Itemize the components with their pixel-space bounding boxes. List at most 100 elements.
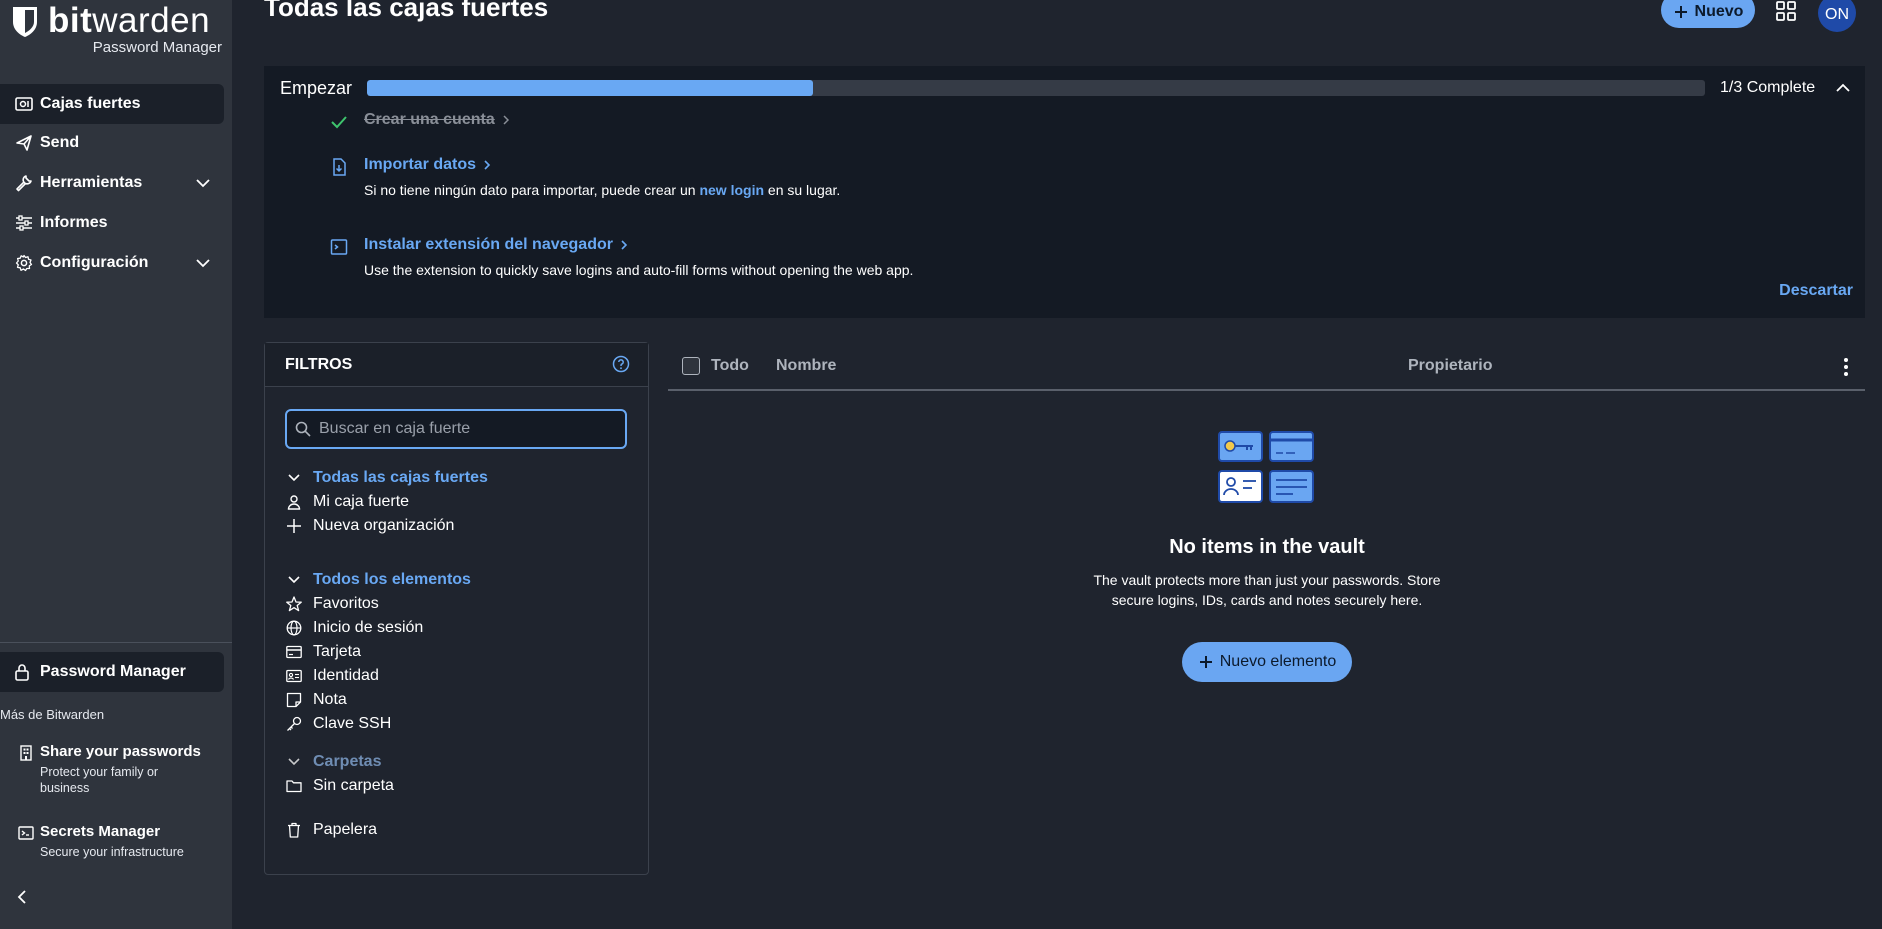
filters-title: FILTROS <box>285 355 353 373</box>
onboarding-progress-count: 1/3 Complete <box>1720 79 1816 96</box>
send-icon <box>14 133 34 153</box>
building-icon <box>20 745 32 761</box>
filter-label: Nueva organización <box>313 517 455 534</box>
new-item-button[interactable]: Nuevo elemento <box>1182 642 1352 682</box>
promo-title: Secrets Manager <box>40 823 161 840</box>
filter-label: Inicio de sesión <box>313 619 424 636</box>
new-button[interactable]: Nuevo <box>1661 0 1755 28</box>
filter-note[interactable]: Nota <box>285 689 347 711</box>
folder-icon <box>285 777 303 795</box>
sidebar-item-label: Herramientas <box>40 174 143 191</box>
promo-title: Share your passwords <box>40 743 201 760</box>
page-title: Todas las cajas fuertes <box>264 0 549 22</box>
check-icon <box>331 116 347 129</box>
new-item-button-label: Nuevo elemento <box>1219 653 1337 670</box>
filter-no-folder[interactable]: Sin carpeta <box>285 775 394 797</box>
filter-new-organization[interactable]: Nueva organización <box>285 515 454 537</box>
filter-label: Sin carpeta <box>313 777 394 794</box>
chevron-down-icon <box>285 753 303 771</box>
sidebar-item-label: Send <box>40 134 80 151</box>
column-name[interactable]: Nombre <box>776 357 836 375</box>
search-icon <box>295 421 311 437</box>
column-owner[interactable]: Propietario <box>1408 357 1492 375</box>
credit-card-icon <box>285 643 303 661</box>
chevron-up-icon[interactable] <box>1834 79 1852 97</box>
import-file-icon <box>333 158 346 176</box>
task-description: Use the extension to quickly save logins… <box>364 262 914 278</box>
filter-ssh-key[interactable]: Clave SSH <box>285 713 391 735</box>
filter-card[interactable]: Tarjeta <box>285 641 361 663</box>
user-icon <box>285 493 303 511</box>
trash-icon <box>285 821 303 839</box>
onboarding-progress-fill <box>367 80 813 96</box>
task-title: Importar datos <box>364 156 492 174</box>
logo-subtitle: Password Manager <box>92 39 222 56</box>
lock-icon <box>14 663 34 681</box>
sidebar-item-label: Configuración <box>40 254 149 271</box>
bitwarden-logo[interactable]: bitwarden Password Manager <box>12 1 222 56</box>
promo-share-passwords[interactable]: Share your passwords Protect your family… <box>18 743 218 799</box>
filters-header: FILTROS <box>265 343 648 387</box>
filter-label: Nota <box>313 691 347 708</box>
sticky-note-icon <box>285 691 303 709</box>
sidebar-item-tools[interactable]: Herramientas <box>0 163 224 203</box>
filters-panel: FILTROS Todas las cajas fuertes Mi caja … <box>264 342 649 875</box>
product-switcher-grid-icon[interactable] <box>1775 0 1797 22</box>
more-options-icon[interactable] <box>1843 357 1849 377</box>
dismiss-button[interactable]: Descartar <box>1779 282 1853 300</box>
filter-label: Todos los elementos <box>313 571 471 588</box>
search-field[interactable] <box>285 409 627 449</box>
sidebar: bitwarden Password Manager Cajas fuertes… <box>0 0 232 929</box>
chevron-down-icon <box>285 469 303 487</box>
plus-icon <box>285 517 303 535</box>
sidebar-item-label: Informes <box>40 214 108 231</box>
promo-secrets-manager[interactable]: Secrets Manager Secure your infrastructu… <box>18 823 218 863</box>
task-description: Si no tiene ningún dato para importar, p… <box>364 182 841 198</box>
id-card-icon <box>285 667 303 685</box>
vault-icon <box>14 94 34 114</box>
chevron-down-icon <box>285 571 303 589</box>
sidebar-item-reports[interactable]: Informes <box>0 203 224 243</box>
filter-all-vaults[interactable]: Todas las cajas fuertes <box>285 467 488 489</box>
sidebar-item-send[interactable]: Send <box>0 123 224 163</box>
empty-state-title: No items in the vault <box>1169 536 1365 558</box>
logo-wordmark: bitwarden <box>48 1 211 40</box>
collapse-sidebar-icon[interactable] <box>14 889 30 905</box>
star-icon <box>285 595 303 613</box>
sidebar-item-vaults[interactable]: Cajas fuertes <box>0 84 224 124</box>
select-all-checkbox[interactable] <box>682 357 700 375</box>
search-input[interactable] <box>319 420 609 438</box>
filter-favorites[interactable]: Favoritos <box>285 593 379 615</box>
filter-my-vault[interactable]: Mi caja fuerte <box>285 491 409 513</box>
task-title: Instalar extensión del navegador <box>364 236 629 254</box>
help-icon[interactable] <box>612 355 630 373</box>
gear-icon <box>14 253 34 273</box>
new-login-link[interactable]: new login <box>699 182 764 198</box>
filter-label: Mi caja fuerte <box>313 493 410 510</box>
new-button-label: Nuevo <box>1694 3 1744 20</box>
filter-identity[interactable]: Identidad <box>285 665 379 687</box>
account-avatar[interactable]: ON <box>1818 0 1856 32</box>
product-label: Password Manager <box>40 663 186 680</box>
vault-table-header: Todo Nombre Propietario <box>668 345 1865 391</box>
filter-label: Todas las cajas fuertes <box>313 469 488 486</box>
filter-all-items[interactable]: Todos los elementos <box>285 569 471 591</box>
sidebar-item-settings[interactable]: Configuración <box>0 243 224 283</box>
vault-items-illustration <box>1218 431 1314 503</box>
filter-folders[interactable]: Carpetas <box>285 751 381 773</box>
onboarding-panel: Empezar 1/3 Complete Crear una cuenta Im… <box>264 66 1865 318</box>
chevron-down-icon <box>196 179 210 188</box>
filter-trash[interactable]: Papelera <box>285 819 377 841</box>
shield-logo-icon <box>13 7 37 37</box>
wrench-icon <box>14 173 34 193</box>
filter-label: Carpetas <box>313 753 382 770</box>
filter-login[interactable]: Inicio de sesión <box>285 617 423 639</box>
column-all[interactable]: Todo <box>711 357 749 375</box>
product-switcher-password-manager[interactable]: Password Manager <box>0 652 224 692</box>
onboarding-progress-bar <box>367 80 1705 96</box>
plus-icon <box>1674 6 1687 18</box>
promo-description: Protect your family or business <box>40 765 159 795</box>
filter-label: Papelera <box>313 821 378 838</box>
task-title: Crear una cuenta <box>364 111 511 129</box>
terminal-icon <box>18 826 34 840</box>
